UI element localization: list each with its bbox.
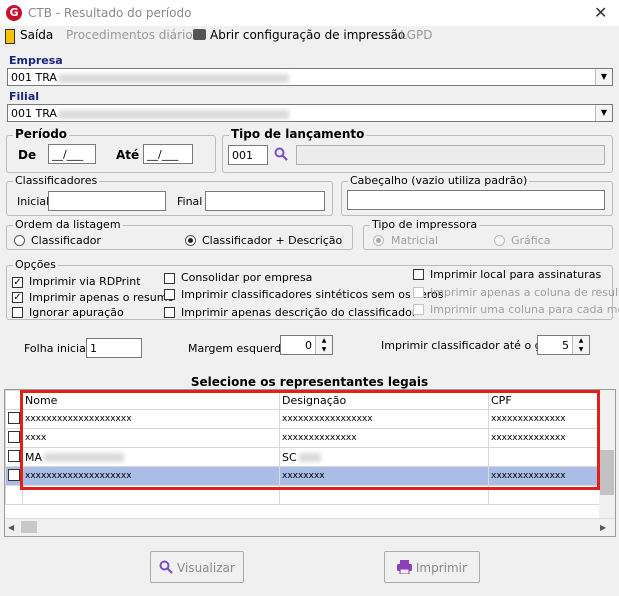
margem-esquerda-stepper[interactable]: 0 ▲ ▼ xyxy=(280,335,333,355)
impressora-label: Tipo de impressora xyxy=(370,218,480,231)
filial-select[interactable]: 001 TRA ▼ xyxy=(7,104,613,122)
grau-stepper[interactable]: 5 ▲ ▼ xyxy=(537,335,590,355)
grafica-label: Gráfica xyxy=(511,234,551,247)
rdprint-label: Imprimir via RDPrint xyxy=(29,275,141,288)
ignorar-apuracao-checkbox[interactable] xyxy=(12,307,23,318)
ordem-classificador-descricao-radio[interactable] xyxy=(185,235,196,246)
lgpd-button[interactable]: LGPD xyxy=(400,28,432,42)
close-icon[interactable]: ✕ xyxy=(594,3,607,22)
print-config-button[interactable]: Abrir configuração de impressão xyxy=(210,28,405,42)
sinteticos-checkbox[interactable] xyxy=(164,289,175,300)
resumo-label: Imprimir apenas o resumo xyxy=(29,291,175,304)
coluna-resultado-label: Imprimir apenas a coluna de resultado xyxy=(430,286,619,299)
highlight-box xyxy=(20,390,600,490)
daily-procedures-button[interactable]: Procedimentos diários xyxy=(66,28,199,42)
magnifier-icon xyxy=(159,560,173,574)
horizontal-scrollbar[interactable]: ◀ ▶ xyxy=(5,518,615,536)
folha-inicial-label: Folha inicial xyxy=(24,342,89,355)
empresa-label: Empresa xyxy=(9,54,63,67)
ignorar-apuracao-label: Ignorar apuração xyxy=(29,306,124,319)
final-input[interactable] xyxy=(205,191,325,211)
exit-icon xyxy=(5,29,15,44)
row-checkbox[interactable] xyxy=(8,449,20,462)
row-checkbox[interactable] xyxy=(8,468,20,481)
printer-icon xyxy=(193,29,206,40)
tipo-lancamento-code-input[interactable]: 001 xyxy=(228,145,268,165)
imprimir-button[interactable]: Imprimir xyxy=(384,551,480,583)
descricao-classificador-label: Imprimir apenas descrição do classificad… xyxy=(181,306,417,319)
imprimir-label: Imprimir xyxy=(415,561,467,575)
scrollbar-thumb[interactable] xyxy=(600,450,614,495)
cabecalho-label: Cabeçalho (vazio utiliza padrão) xyxy=(348,174,530,187)
matricial-radio[interactable] xyxy=(373,235,384,246)
matricial-label: Matricial xyxy=(391,234,439,247)
cabecalho-input[interactable] xyxy=(347,190,605,210)
final-label: Final xyxy=(177,195,203,208)
row-checkbox[interactable] xyxy=(8,430,20,443)
filial-label: Filial xyxy=(9,90,40,103)
grau-label: Imprimir classificador até o grau xyxy=(381,339,560,352)
margem-esquerda-label: Margem esquerda xyxy=(188,342,288,355)
tipo-lancamento-description-field xyxy=(296,145,605,165)
row-checkbox[interactable] xyxy=(8,411,20,424)
filial-value: 001 TRA xyxy=(11,107,57,120)
inicial-label: Inicial xyxy=(17,195,50,208)
assinaturas-label: Imprimir local para assinaturas xyxy=(430,268,602,281)
empresa-value: 001 TRA xyxy=(11,71,57,84)
app-logo-icon: G xyxy=(6,5,22,21)
inicial-input[interactable] xyxy=(48,191,166,211)
ordem-label: Ordem da listagem xyxy=(13,218,123,231)
representantes-title: Selecione os representantes legais xyxy=(190,375,429,389)
grafica-radio[interactable] xyxy=(494,235,505,246)
exit-button[interactable]: Saída xyxy=(20,28,53,42)
visualizar-label: Visualizar xyxy=(177,561,235,575)
consolidar-label: Consolidar por empresa xyxy=(181,271,313,284)
rdprint-checkbox[interactable]: ✓ xyxy=(12,277,23,288)
chevron-down-icon[interactable]: ▼ xyxy=(595,69,612,85)
chevron-down-icon[interactable]: ▼ xyxy=(595,105,612,121)
descricao-classificador-checkbox[interactable] xyxy=(164,307,175,318)
periodo-label: Período xyxy=(13,127,70,141)
coluna-mes-label: Imprimir uma coluna para cada mês xyxy=(430,303,619,316)
spin-arrows-icon[interactable]: ▲ ▼ xyxy=(315,336,332,354)
coluna-mes-checkbox[interactable] xyxy=(413,304,424,315)
window-title: CTB - Resultado do período xyxy=(28,6,192,20)
classificadores-label: Classificadores xyxy=(13,174,100,187)
opcoes-label: Opções xyxy=(13,258,58,271)
date-to-input[interactable]: __/___ xyxy=(143,144,193,164)
date-from-input[interactable]: __/___ xyxy=(48,144,96,164)
search-icon[interactable] xyxy=(274,147,288,161)
coluna-resultado-checkbox[interactable] xyxy=(413,287,424,298)
visualizar-button[interactable]: Visualizar xyxy=(150,551,244,583)
vertical-scrollbar[interactable] xyxy=(599,390,615,519)
empresa-select[interactable]: 001 TRA ▼ xyxy=(7,68,613,86)
ate-label: Até xyxy=(116,148,140,162)
sinteticos-label: Imprimir classificadores sintéticos sem … xyxy=(181,288,444,301)
ordem-classificador-descricao-label: Classificador + Descrição xyxy=(202,234,343,247)
tipo-lancamento-label: Tipo de lançamento xyxy=(229,127,367,141)
ordem-classificador-radio[interactable] xyxy=(14,235,25,246)
resumo-checkbox[interactable]: ✓ xyxy=(12,292,23,303)
de-label: De xyxy=(18,148,37,162)
printer-icon xyxy=(397,560,413,575)
consolidar-checkbox[interactable] xyxy=(164,273,175,284)
spin-arrows-icon[interactable]: ▲ ▼ xyxy=(572,336,589,354)
ordem-classificador-label: Classificador xyxy=(31,234,101,247)
assinaturas-checkbox[interactable] xyxy=(413,269,424,280)
folha-inicial-input[interactable]: 1 xyxy=(86,338,142,358)
